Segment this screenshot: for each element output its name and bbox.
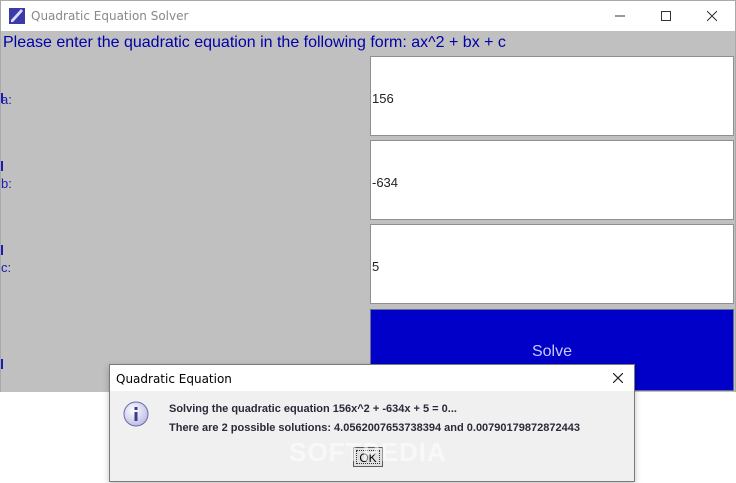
- solve-button-label: Solve: [531, 343, 573, 360]
- label-a: a:: [1, 92, 12, 107]
- pencil-icon: [9, 8, 25, 24]
- input-b[interactable]: -634: [370, 140, 734, 220]
- close-icon: [707, 11, 717, 21]
- dialog-message-line1: Solving the quadratic equation 156x^2 + …: [169, 403, 457, 415]
- minimize-icon: [615, 15, 625, 17]
- close-button[interactable]: [689, 1, 735, 31]
- input-a-value: 156: [372, 91, 394, 106]
- main-window: Quadratic Equation Solver Please enter t…: [0, 0, 736, 392]
- maximize-icon: [661, 11, 671, 21]
- instruction-label: Please enter the quadratic equation in t…: [3, 34, 506, 51]
- form-panel: Please enter the quadratic equation in t…: [1, 31, 735, 392]
- label-b: b:: [1, 176, 12, 191]
- input-c[interactable]: 5: [370, 224, 734, 304]
- maximize-button[interactable]: [643, 1, 689, 31]
- row-divider: [1, 161, 3, 171]
- dialog-title: Quadratic Equation: [116, 372, 232, 386]
- input-a[interactable]: 156: [370, 56, 734, 136]
- dialog-close-button[interactable]: [608, 368, 628, 388]
- watermark-text: SOFTPEDIA: [289, 437, 447, 467]
- label-c: c:: [1, 260, 12, 275]
- input-c-value: 5: [372, 259, 380, 274]
- info-icon: [123, 401, 149, 427]
- dialog-title-bar[interactable]: Quadratic Equation: [110, 365, 634, 391]
- input-b-value: -634: [372, 175, 399, 190]
- dialog-message-line2: There are 2 possible solutions: 4.056200…: [169, 422, 580, 434]
- window-title: Quadratic Equation Solver: [31, 9, 189, 23]
- minimize-button[interactable]: [597, 1, 643, 31]
- row-divider: [1, 245, 3, 255]
- row-divider: [1, 359, 3, 369]
- close-icon: [613, 373, 623, 383]
- title-bar[interactable]: Quadratic Equation Solver: [1, 1, 735, 31]
